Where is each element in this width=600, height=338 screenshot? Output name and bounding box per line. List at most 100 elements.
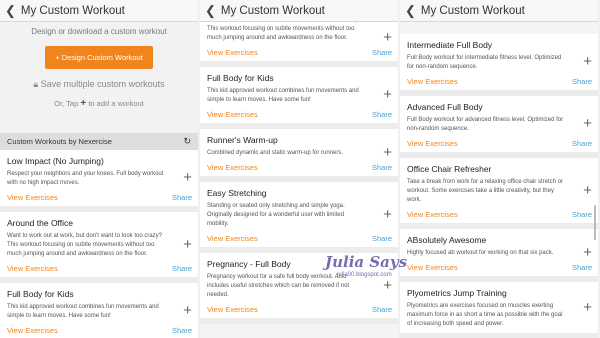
back-arrow-icon[interactable]: ❮ [205, 4, 216, 17]
workout-card[interactable]: Around the Office Want to work out at wo… [0, 212, 198, 283]
view-exercises-link[interactable]: View Exercises [207, 48, 258, 57]
workout-description: Plyometrics are exercises focused on mus… [407, 303, 563, 327]
add-workout-plus-icon[interactable]: + [183, 170, 192, 186]
workout-card[interactable]: Office Chair Refresher Take a break from… [400, 158, 598, 229]
tap-hint: Or, Tap + to add a workout [0, 98, 198, 109]
workout-card[interactable]: ABsolutely Awesome Highly focused ab wor… [400, 229, 598, 282]
design-button-label: Design Custom Workout [61, 53, 143, 62]
workout-title: Easy Stretching [207, 188, 267, 198]
view-exercises-link[interactable]: View Exercises [7, 193, 58, 202]
add-workout-plus-icon[interactable]: + [383, 277, 392, 294]
screen-body: Intermediate Full Body Full Body workout… [400, 34, 598, 338]
lock-icon: 🔒︎ [33, 79, 39, 89]
view-exercises-link[interactable]: View Exercises [407, 139, 458, 148]
workout-title: ABsolutely Awesome [407, 235, 487, 245]
add-workout-plus-icon[interactable]: + [583, 182, 592, 199]
workout-title: Around the Office [7, 218, 73, 228]
share-link[interactable]: Share [172, 264, 192, 273]
tap-prefix: Or, Tap [54, 99, 79, 108]
workout-title: Office Chair Refresher [407, 164, 492, 174]
view-exercises-link[interactable]: View Exercises [207, 305, 258, 314]
view-exercises-link[interactable]: View Exercises [407, 210, 458, 219]
share-link[interactable]: Share [572, 77, 592, 86]
app-bar: ❮ My Custom Workout [0, 0, 198, 22]
workout-card[interactable]: Plyometrics Jump Training Plyometrics ar… [400, 282, 598, 338]
watermark-url: julia00.blogspot.com [337, 272, 392, 278]
share-link[interactable]: Share [172, 326, 192, 335]
share-link[interactable]: Share [372, 48, 392, 57]
screen-body: Design or download a custom workout + De… [0, 23, 198, 338]
app-title: My Custom Workout [220, 4, 325, 17]
add-workout-plus-icon[interactable]: + [583, 244, 592, 261]
app-bar: ❮ My Custom Workout [200, 0, 398, 22]
view-exercises-link[interactable]: View Exercises [407, 77, 458, 86]
screen-1: ❮ My Custom Workout Design or download a… [0, 0, 198, 338]
back-arrow-icon[interactable]: ❮ [405, 4, 416, 17]
view-exercises-link[interactable]: View Exercises [7, 264, 58, 273]
workout-card[interactable]: Intermediate Full Body Full Body workout… [400, 34, 598, 96]
view-exercises-link[interactable]: View Exercises [207, 110, 258, 119]
view-exercises-link[interactable]: View Exercises [207, 163, 258, 172]
add-workout-plus-icon[interactable]: + [383, 206, 392, 223]
add-workout-plus-icon[interactable]: + [383, 87, 392, 103]
design-hint: Design or download a custom workout [31, 27, 167, 36]
workout-description: This kid approved workout combines fun m… [7, 304, 159, 319]
add-workout-plus-icon[interactable]: + [583, 299, 592, 316]
add-workout-plus-icon[interactable]: + [583, 54, 592, 70]
app-title: My Custom Workout [420, 4, 525, 17]
scrollbar[interactable] [594, 205, 596, 240]
workout-description: Combined dynamic and static warm-up for … [207, 150, 344, 156]
share-link[interactable]: Share [572, 210, 592, 219]
add-workout-plus-icon[interactable]: + [583, 116, 592, 132]
view-exercises-link[interactable]: View Exercises [7, 326, 58, 335]
workout-description: This kid approved workout combines fun m… [207, 88, 359, 103]
workout-card[interactable]: Runner's Warm-up Combined dynamic and st… [200, 129, 398, 182]
view-exercises-link[interactable]: View Exercises [207, 234, 258, 243]
design-custom-workout-button[interactable]: + Design Custom Workout [45, 46, 153, 69]
add-workout-plus-icon[interactable]: + [383, 144, 392, 161]
workout-description: Standing or seated only stretching and s… [207, 203, 345, 227]
share-link[interactable]: Share [372, 110, 392, 119]
workout-title: Plyometrics Jump Training [407, 288, 507, 298]
share-link[interactable]: Share [372, 234, 392, 243]
refresh-icon[interactable]: ↻ [183, 136, 191, 147]
share-link[interactable]: Share [572, 139, 592, 148]
workout-title: Advanced Full Body [407, 102, 483, 112]
workout-card[interactable]: Low Impact (No Jumping) Respect your nei… [0, 150, 198, 212]
workout-title: Low Impact (No Jumping) [7, 156, 104, 166]
workout-description: Want to work out at work, but don't want… [7, 233, 162, 257]
workout-description: Take a break from work for a relaxing of… [407, 179, 563, 203]
share-link[interactable]: Share [572, 263, 592, 272]
screen-2: ❮ My Custom Workout Want to work out at … [200, 0, 398, 338]
share-link[interactable]: Share [172, 193, 192, 202]
save-info: 🔒︎ Save multiple custom workouts [0, 79, 198, 90]
add-workout-plus-icon[interactable]: + [383, 29, 392, 46]
workout-title: Full Body for Kids [7, 289, 74, 299]
workout-card[interactable]: Advanced Full Body Full Body workout for… [400, 96, 598, 158]
share-link[interactable]: Share [372, 163, 392, 172]
add-workout-plus-icon[interactable]: + [183, 236, 192, 253]
back-arrow-icon[interactable]: ❮ [5, 4, 16, 17]
add-workout-plus-icon[interactable]: + [183, 303, 192, 319]
section-title: Custom Workouts by Nexercise [7, 137, 112, 146]
app-title: My Custom Workout [20, 4, 125, 17]
workout-title: Runner's Warm-up [207, 135, 278, 145]
workout-card[interactable]: Full Body for Kids This kid approved wor… [0, 283, 198, 338]
section-header: Custom Workouts by Nexercise ↻ [0, 133, 198, 150]
workout-card[interactable]: Full Body for Kids This kid approved wor… [200, 67, 398, 129]
view-exercises-link[interactable]: View Exercises [407, 263, 458, 272]
workout-description: Full Body workout for advanced fitness l… [407, 117, 564, 132]
share-link[interactable]: Share [372, 305, 392, 314]
tap-suffix: to add a workout [88, 99, 144, 108]
workout-description: Highly focused ab workout for working on… [407, 250, 554, 256]
design-area: Design or download a custom workout + De… [0, 23, 198, 133]
workout-description: Full Body workout for intermediate fitne… [407, 55, 562, 70]
workout-title: Full Body for Kids [207, 73, 274, 83]
workout-card[interactable]: Easy Stretching Standing or seated only … [200, 182, 398, 253]
save-text: Save multiple custom workouts [40, 79, 165, 89]
plus-icon: + [80, 98, 87, 109]
screens: ❮ My Custom Workout Design or download a… [0, 0, 600, 338]
watermark-title: Julia Says [325, 253, 408, 271]
screen-3: ❮ My Custom Workout Intermediate Full Bo… [400, 0, 598, 338]
screen-body: Want to work out at work, but don't want… [200, 14, 398, 338]
